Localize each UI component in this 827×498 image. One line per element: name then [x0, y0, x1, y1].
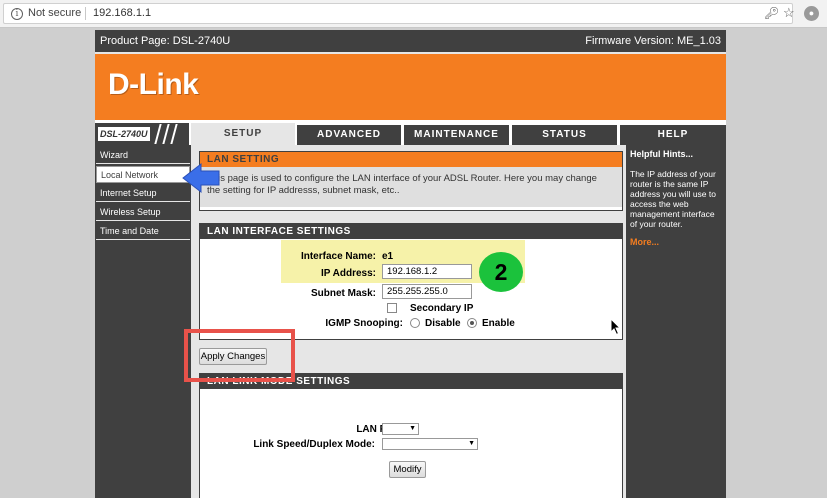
- mouse-cursor-icon: [610, 318, 622, 336]
- tab-maintenance[interactable]: MAINTENANCE: [404, 125, 509, 145]
- address-bar[interactable]: i Not secure 192.168.1.1 🔑︎ ☆: [3, 3, 795, 24]
- hints-body: The IP address of your router is the sam…: [630, 169, 716, 229]
- model-slash-decoration: [162, 124, 170, 144]
- sidebar-item-local-network[interactable]: Local Network: [96, 166, 190, 183]
- browser-toolbar: i Not secure 192.168.1.1 🔑︎ ☆ ●: [0, 0, 827, 28]
- helpful-hints-panel: Helpful Hints... The IP address of your …: [626, 145, 726, 498]
- lan-setting-description: This page is used to configure the LAN i…: [200, 167, 622, 207]
- model-slash-decoration: [170, 124, 178, 144]
- star-icon[interactable]: ☆: [783, 5, 795, 21]
- apply-button-highlight-box: [184, 329, 295, 382]
- hints-title: Helpful Hints...: [630, 149, 693, 159]
- sidebar-item-wizard[interactable]: Wizard: [96, 147, 190, 164]
- url-text[interactable]: 192.168.1.1: [93, 7, 151, 19]
- hints-more-link[interactable]: More...: [630, 237, 659, 247]
- key-icon[interactable]: 🔑︎: [764, 6, 779, 20]
- sidebar-item-internet-setup[interactable]: Internet Setup: [96, 185, 190, 202]
- secondary-ip-label: Secondary IP: [410, 303, 474, 314]
- model-slash-decoration: [154, 124, 162, 144]
- main-nav: DSL-2740U SETUP ADVANCED MAINTENANCE STA…: [95, 123, 726, 145]
- address-divider: [85, 7, 86, 20]
- model-label: DSL-2740U: [98, 127, 150, 141]
- lan-port-select[interactable]: ▼: [382, 423, 419, 435]
- igmp-disable-radio[interactable]: [410, 318, 420, 328]
- brand-banner: D-Link: [95, 54, 726, 120]
- security-label[interactable]: Not secure: [28, 7, 81, 19]
- info-icon[interactable]: i: [11, 8, 23, 20]
- tab-setup[interactable]: SETUP: [191, 123, 295, 145]
- ip-address-label: IP Address:: [320, 268, 376, 279]
- sidebar-item-wireless-setup[interactable]: Wireless Setup: [96, 204, 190, 221]
- extension-icon[interactable]: ●: [804, 6, 819, 21]
- igmp-snooping-label: IGMP Snooping:: [325, 318, 403, 329]
- pointer-arrow-icon: [182, 162, 220, 194]
- dlink-logo: D-Link: [108, 68, 199, 101]
- link-speed-select[interactable]: ▼: [382, 438, 478, 450]
- tab-status[interactable]: STATUS: [512, 125, 617, 145]
- interface-name-label: Interface Name:: [300, 251, 376, 262]
- ip-address-input[interactable]: 192.168.1.2: [382, 264, 472, 279]
- sidebar-item-time-and-date[interactable]: Time and Date: [96, 223, 190, 240]
- link-mode-panel: LAN LINK MODE SETTINGS: [199, 373, 623, 498]
- subnet-mask-label: Subnet Mask:: [310, 288, 376, 299]
- tab-advanced[interactable]: ADVANCED: [297, 125, 401, 145]
- igmp-enable-label: Enable: [482, 318, 515, 329]
- igmp-enable-radio[interactable]: [467, 318, 477, 328]
- secondary-ip-checkbox[interactable]: [387, 303, 397, 313]
- firmware-version-text: Firmware Version: ME_1.03: [585, 35, 721, 47]
- subnet-mask-input[interactable]: 255.255.255.0: [382, 284, 472, 299]
- sidebar: Wizard Local Network Internet Setup Wire…: [95, 145, 191, 498]
- tab-help[interactable]: HELP: [620, 125, 726, 145]
- interface-name-value: e1: [382, 251, 394, 262]
- top-bar: Product Page: DSL-2740U Firmware Version…: [95, 30, 726, 52]
- lan-setting-title: LAN SETTING: [200, 152, 622, 167]
- lan-interface-title: LAN INTERFACE SETTINGS: [200, 224, 622, 239]
- product-page-text: Product Page: DSL-2740U: [100, 35, 231, 47]
- link-speed-label: Link Speed/Duplex Mode:: [253, 439, 375, 450]
- step-number-badge: 2: [479, 252, 523, 292]
- lan-setting-panel: LAN SETTING This page is used to configu…: [199, 151, 623, 211]
- modify-button[interactable]: Modify: [389, 461, 426, 478]
- igmp-disable-label: Disable: [425, 318, 461, 329]
- model-badge: DSL-2740U: [95, 123, 189, 145]
